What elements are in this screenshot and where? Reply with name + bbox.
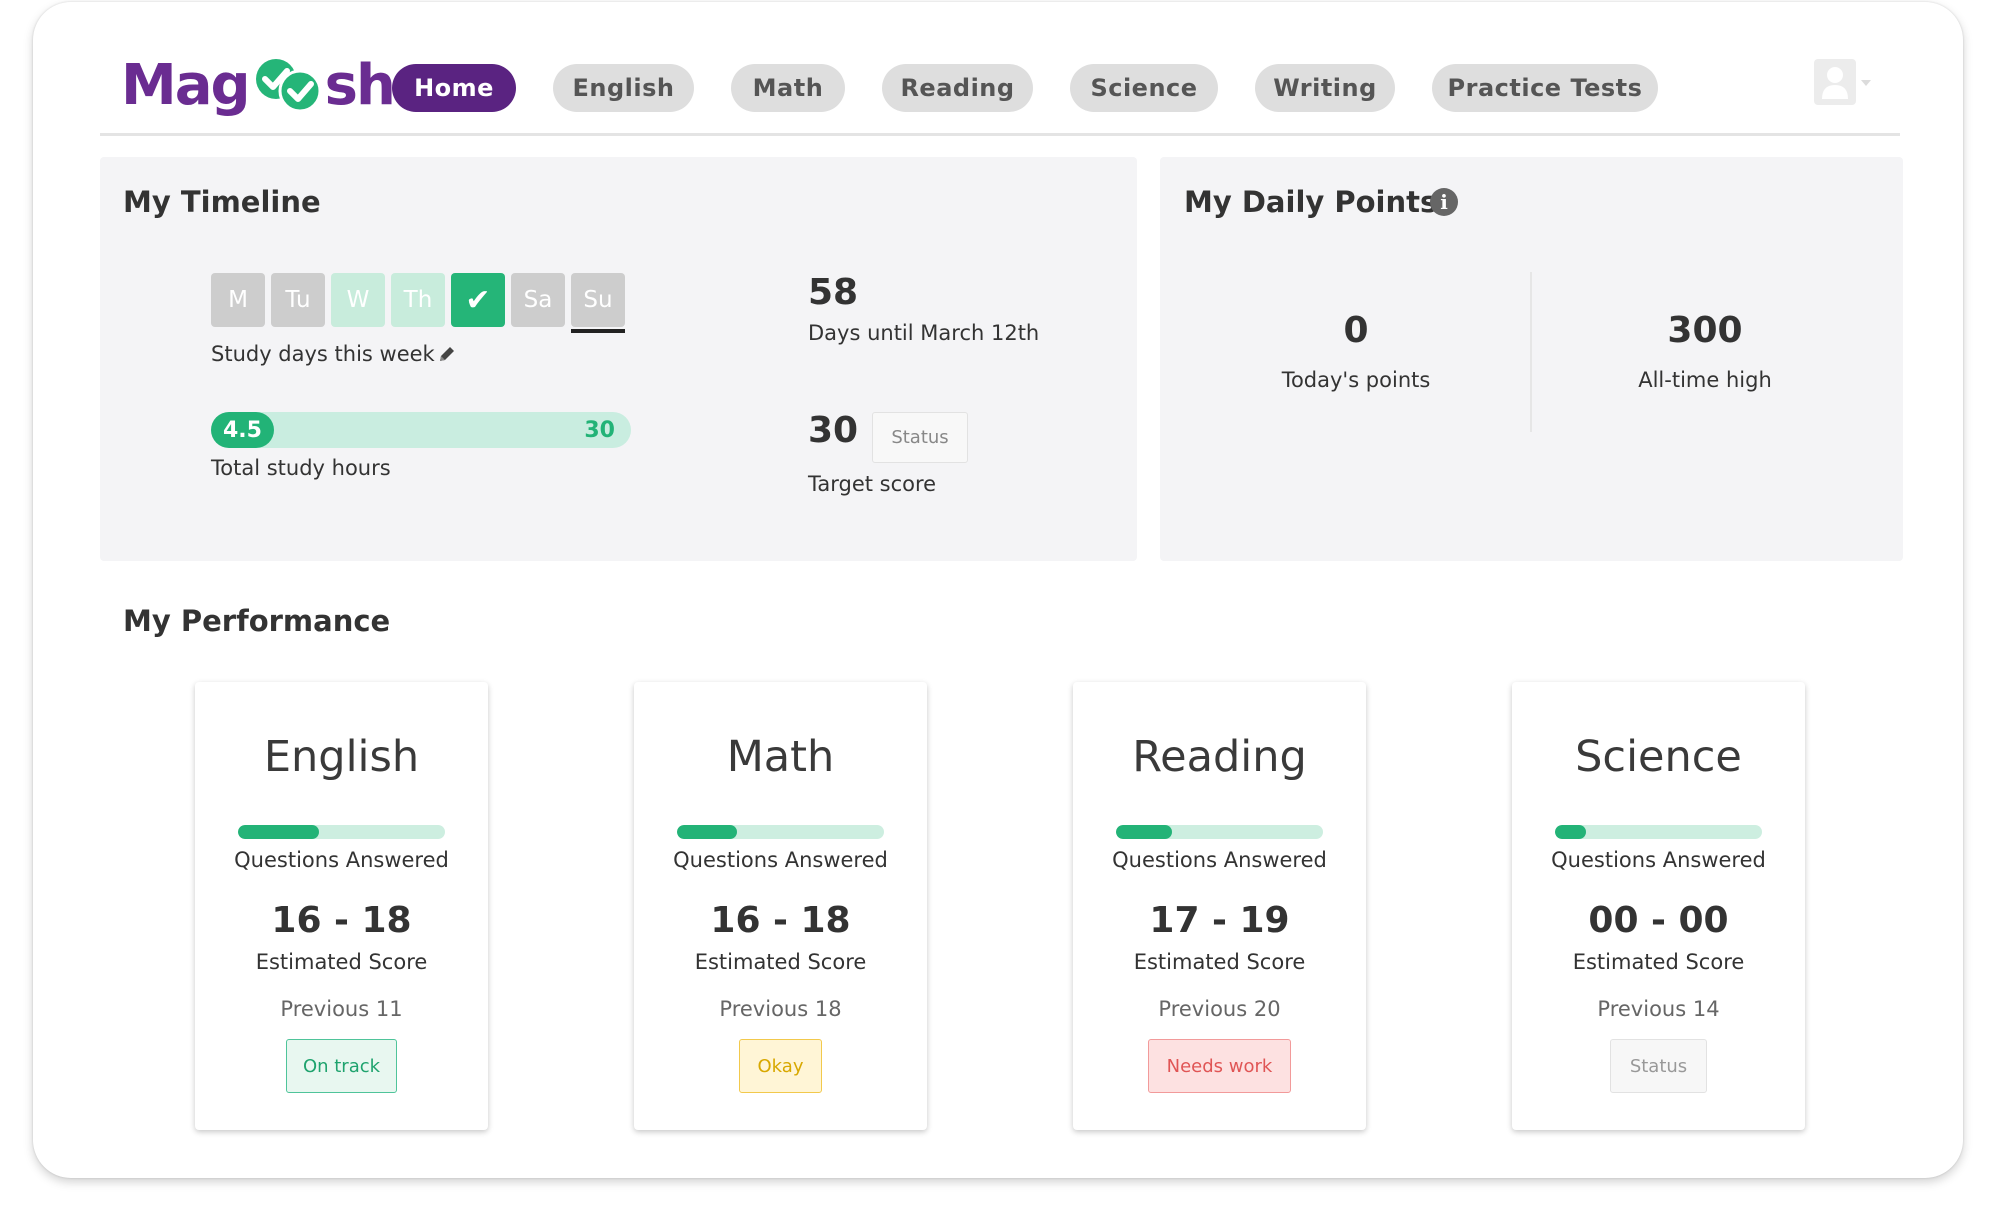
estimated-score-label: Estimated Score (1572, 950, 1745, 974)
day-monday[interactable]: M (211, 273, 265, 327)
nav-writing[interactable]: Writing (1255, 64, 1395, 112)
estimated-score-label: Estimated Score (694, 950, 867, 974)
questions-progress-bar (238, 825, 445, 839)
study-hours-fill: 4.5 (211, 412, 274, 448)
nav-science[interactable]: Science (1070, 64, 1218, 112)
nav-reading[interactable]: Reading (882, 64, 1033, 112)
questions-answered-label: Questions Answered (1112, 848, 1327, 872)
day-wednesday[interactable]: W (331, 273, 385, 327)
questions-progress-fill (1555, 825, 1587, 839)
nav-home[interactable]: Home (392, 64, 516, 112)
study-hours-label: Total study hours (211, 456, 391, 480)
day-thursday[interactable]: Th (391, 273, 445, 327)
user-menu[interactable] (1813, 58, 1875, 108)
info-icon[interactable]: i (1430, 188, 1458, 216)
nav-english[interactable]: English (553, 64, 694, 112)
questions-answered-label: Questions Answered (234, 848, 449, 872)
estimated-score-value: 17 - 19 (1149, 900, 1290, 941)
points-divider (1530, 272, 1532, 432)
performance-card-reading[interactable]: Reading Questions Answered 17 - 19 Estim… (1073, 682, 1366, 1130)
questions-progress-fill (677, 825, 738, 839)
card-subject: English (263, 732, 420, 782)
study-days-label: Study days this week (211, 342, 435, 366)
magoosh-logo[interactable]: Mag sh (121, 50, 396, 120)
target-score-label: Target score (808, 472, 937, 496)
estimated-score-value: 16 - 18 (271, 900, 412, 941)
caret-down-icon (1861, 80, 1871, 86)
logo-suffix: sh (324, 52, 396, 118)
days-until-value: 58 (808, 272, 859, 313)
previous-score: Previous 18 (719, 997, 842, 1021)
logo-prefix: Mag (121, 52, 251, 118)
questions-progress-fill (1116, 825, 1172, 839)
status-badge: Needs work (1148, 1039, 1291, 1093)
questions-progress-bar (1555, 825, 1762, 839)
nav-math[interactable]: Math (731, 64, 845, 112)
header-divider (100, 133, 1900, 136)
estimated-score-value: 16 - 18 (710, 900, 851, 941)
day-saturday[interactable]: Sa (511, 273, 565, 327)
status-badge: On track (286, 1039, 397, 1093)
card-subject: Science (1575, 732, 1742, 782)
all-time-high-label: All-time high (1638, 368, 1772, 392)
daily-points-title: My Daily Points (1184, 185, 1438, 219)
estimated-score-value: 00 - 00 (1588, 900, 1729, 941)
day-sunday[interactable]: Su (571, 273, 625, 327)
study-hours-bar: 4.5 30 (211, 412, 631, 448)
logo-checkmarks-icon (255, 59, 322, 113)
todays-points-value: 0 (1343, 310, 1369, 351)
questions-answered-label: Questions Answered (1551, 848, 1766, 872)
performance-card-math[interactable]: Math Questions Answered 16 - 18 Estimate… (634, 682, 927, 1130)
status-badge: Okay (739, 1039, 822, 1093)
target-score-value: 30 (808, 410, 859, 451)
day-tuesday[interactable]: Tu (271, 273, 325, 327)
todays-points-label: Today's points (1281, 368, 1431, 392)
questions-progress-bar (677, 825, 884, 839)
questions-progress-fill (238, 825, 319, 839)
target-status-badge: Status (872, 412, 968, 463)
day-friday-check-icon[interactable]: ✔ (451, 273, 505, 327)
status-badge: Status (1610, 1039, 1707, 1093)
performance-card-science[interactable]: Science Questions Answered 00 - 00 Estim… (1512, 682, 1805, 1130)
performance-card-english[interactable]: English Questions Answered 16 - 18 Estim… (195, 682, 488, 1130)
user-avatar-icon (1814, 59, 1871, 105)
questions-answered-label: Questions Answered (673, 848, 888, 872)
estimated-score-label: Estimated Score (255, 950, 428, 974)
card-subject: Reading (1132, 732, 1307, 782)
study-hours-max: 30 (584, 417, 615, 443)
all-time-high-value: 300 (1667, 310, 1743, 351)
previous-score: Previous 20 (1158, 997, 1281, 1021)
previous-score: Previous 14 (1597, 997, 1720, 1021)
pencil-edit-icon[interactable] (437, 344, 457, 364)
timeline-title: My Timeline (123, 185, 321, 219)
previous-score: Previous 11 (280, 997, 403, 1021)
card-subject: Math (726, 732, 835, 782)
questions-progress-bar (1116, 825, 1323, 839)
days-until-label: Days until March 12th (808, 321, 1040, 345)
nav-practice-tests[interactable]: Practice Tests (1432, 64, 1658, 112)
performance-title: My Performance (123, 604, 391, 638)
current-day-indicator (571, 329, 625, 333)
estimated-score-label: Estimated Score (1133, 950, 1306, 974)
